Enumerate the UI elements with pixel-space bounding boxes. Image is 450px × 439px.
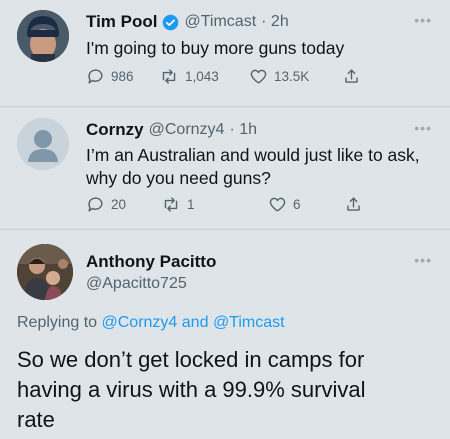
tweet-text-line: I’m an Australian and would just like to… [86, 145, 420, 165]
reply-button[interactable]: 986 [86, 67, 159, 86]
share-icon [345, 69, 358, 83]
like-button[interactable]: 6 [268, 195, 344, 214]
tweet-actions: 20 1 6 [86, 195, 386, 214]
avatar[interactable] [17, 118, 69, 170]
handle[interactable]: @Cornzy4 [149, 121, 225, 139]
avatar[interactable] [17, 244, 73, 300]
reply-count: 986 [111, 69, 134, 84]
handle[interactable]: @Apacitto725 [86, 275, 216, 293]
handle[interactable]: @Timcast [184, 13, 256, 31]
replying-prefix: Replying to [17, 314, 98, 331]
timestamp[interactable]: · 1h [229, 121, 257, 139]
retweet-button[interactable]: 1,043 [159, 67, 249, 86]
share-icon [347, 197, 360, 211]
avatar-photo-icon [17, 10, 69, 62]
display-name[interactable]: Tim Pool [86, 12, 157, 32]
reply-count: 20 [111, 197, 127, 212]
display-name[interactable]: Cornzy [86, 120, 144, 140]
tweet-text-line: having a virus with a 99.9% survival [17, 377, 366, 402]
more-options-icon[interactable]: ••• [414, 120, 432, 136]
heart-icon [269, 197, 286, 212]
replying-and: and [181, 314, 209, 331]
tweet-text: So we don’t get locked in camps for havi… [17, 345, 366, 435]
mention-link[interactable]: @Cornzy4 [102, 314, 178, 331]
retweet-count: 1,043 [185, 69, 219, 84]
tweet-text: I'm going to buy more guns today [86, 38, 345, 58]
display-name[interactable]: Anthony Pacitto [86, 252, 216, 272]
retweet-button[interactable]: 1 [161, 195, 268, 214]
replying-to: Replying to @Cornzy4 and @Timcast [17, 314, 285, 332]
like-button[interactable]: 13.5K [249, 67, 342, 86]
timestamp[interactable]: · 2h [261, 13, 289, 31]
reply-icon [88, 69, 103, 84]
avatar-photo-icon [17, 244, 73, 300]
tweet-text-line: rate [17, 407, 55, 432]
mention-link[interactable]: @Timcast [213, 314, 285, 331]
more-options-icon[interactable]: ••• [414, 12, 432, 28]
default-avatar-icon [17, 118, 69, 170]
tweet-text-line: why do you need guns? [86, 168, 271, 188]
reply-button[interactable]: 20 [86, 195, 161, 214]
screenshot-frame: Tim Pool @Timcast · 2h ••• I'm going to … [0, 0, 450, 439]
tweet-cornzy[interactable]: Cornzy @Cornzy4 · 1h ••• I’m an Australi… [0, 107, 450, 229]
tweet-actions: 986 1,043 13.5K [86, 67, 386, 86]
like-count: 13.5K [274, 69, 310, 84]
tweet-anthony-pacitto[interactable]: Anthony Pacitto @Apacitto725 ••• Replyin… [0, 230, 450, 439]
more-options-icon[interactable]: ••• [414, 252, 432, 268]
retweet-icon [164, 197, 178, 212]
share-button[interactable] [344, 195, 363, 214]
like-count: 6 [293, 197, 301, 212]
verified-badge-icon [162, 14, 179, 31]
reply-icon [88, 197, 103, 212]
tweet-text-line: So we don’t get locked in camps for [17, 347, 365, 372]
share-button[interactable] [342, 67, 361, 86]
heart-icon [250, 69, 267, 84]
user-info: Anthony Pacitto @Apacitto725 [86, 252, 216, 293]
retweet-count: 1 [187, 197, 195, 212]
retweet-icon [162, 69, 176, 84]
tweet-text: I’m an Australian and would just like to… [86, 144, 420, 190]
avatar[interactable] [17, 10, 69, 62]
tweet-tim-pool[interactable]: Tim Pool @Timcast · 2h ••• I'm going to … [0, 0, 450, 108]
